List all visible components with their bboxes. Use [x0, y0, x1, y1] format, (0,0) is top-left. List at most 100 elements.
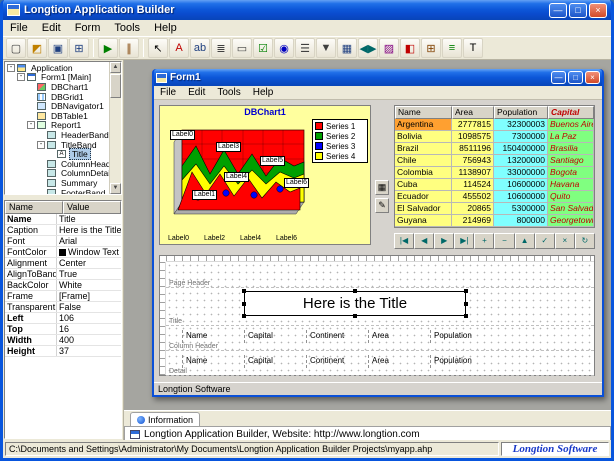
nav-first-button[interactable]: |◀ [394, 233, 414, 249]
nav-insert-button[interactable]: + [474, 233, 494, 249]
grid-cell[interactable]: Santiago [548, 155, 594, 167]
form-menu-edit[interactable]: Edit [182, 87, 211, 98]
toolbar-combobox-button[interactable]: ▼ [316, 38, 336, 58]
grid-cell[interactable]: 10600000 [494, 191, 548, 203]
property-value[interactable]: White [57, 280, 121, 290]
tree-item-headerband[interactable]: HeaderBand [5, 130, 108, 140]
property-value[interactable]: Title [57, 214, 121, 224]
report-band-detail[interactable]: NameCapitalContinentAreaPopulation Detai… [166, 351, 594, 376]
tree-item-columndetail[interactable]: ColumnDetail [5, 169, 108, 179]
report-band-title[interactable]: Here is the Title Title [166, 288, 594, 326]
grid-cell[interactable]: 1138907 [452, 167, 494, 179]
toolbar-pause-button[interactable]: ∥ [119, 38, 139, 58]
grid-cell[interactable]: Colombia [395, 167, 452, 179]
grid-side-picture-button[interactable]: ▦ [375, 180, 389, 195]
maximize-button[interactable]: □ [569, 3, 587, 18]
tree-item-dbtable1[interactable]: DBTable1 [5, 111, 108, 121]
toolbar-chart-button[interactable]: ◧ [400, 38, 420, 58]
nav-delete-button[interactable]: − [494, 233, 514, 249]
toolbar-run-button[interactable]: ▶ [98, 38, 118, 58]
nav-edit-button[interactable]: ▲ [515, 233, 535, 249]
report-band-pageheader[interactable]: Page Header [166, 262, 594, 288]
grid-cell[interactable]: Bolivia [395, 131, 452, 143]
toolbar-memo-button[interactable]: ≣ [211, 38, 231, 58]
grid-cell[interactable]: 20865 [452, 203, 494, 215]
tree-item-dbgrid1[interactable]: DBGrid1 [5, 92, 108, 102]
toolbar-button-button[interactable]: ▭ [232, 38, 252, 58]
property-value[interactable]: Center [57, 258, 121, 268]
grid-cell[interactable]: 8511196 [452, 143, 494, 155]
grid-side-memo-button[interactable]: ✎ [375, 198, 389, 213]
toolbar-save-button[interactable]: ▣ [48, 38, 68, 58]
toolbar-report-button[interactable]: ≡ [442, 38, 462, 58]
grid-cell[interactable]: 32300003 [494, 119, 548, 131]
columnheader-field-name[interactable]: Name [182, 330, 240, 343]
grid-cell[interactable]: Bogota [548, 167, 594, 179]
toolbar-listbox-button[interactable]: ☰ [295, 38, 315, 58]
grid-cell[interactable]: Chile [395, 155, 452, 167]
tree-collapse-icon[interactable]: - [37, 141, 45, 149]
grid-cell[interactable]: 2777815 [452, 119, 494, 131]
minimize-button[interactable]: — [549, 3, 567, 18]
menu-tools[interactable]: Tools [107, 21, 147, 35]
detail-field-area[interactable]: Area [368, 355, 426, 368]
grid-cell[interactable]: 33000000 [494, 167, 548, 179]
tree-item-footerband[interactable]: FooterBand [5, 188, 108, 195]
selection-handle[interactable] [464, 289, 468, 293]
menu-form[interactable]: Form [68, 21, 108, 35]
detail-field-name[interactable]: Name [182, 355, 240, 368]
tree-item-columnheader[interactable]: ColumnHeader [5, 159, 108, 169]
property-value-header[interactable]: Value [63, 201, 121, 214]
grid-cell[interactable]: 13200000 [494, 155, 548, 167]
tree-collapse-icon[interactable]: - [17, 73, 25, 81]
toolbar-image-button[interactable]: ▨ [379, 38, 399, 58]
grid-cell[interactable]: 800000 [494, 215, 548, 227]
form-menu-help[interactable]: Help [247, 87, 280, 98]
selection-handle[interactable] [242, 289, 246, 293]
menu-file[interactable]: File [3, 21, 35, 35]
columnheader-field-area[interactable]: Area [368, 330, 426, 343]
nav-prior-button[interactable]: ◀ [414, 233, 434, 249]
detail-field-capital[interactable]: Capital [244, 355, 302, 368]
toolbar-radio-button[interactable]: ◉ [274, 38, 294, 58]
grid-cell[interactable]: 114524 [452, 179, 494, 191]
property-value[interactable]: [Frame] [57, 291, 121, 301]
close-button[interactable]: × [589, 3, 607, 18]
toolbar-save-all-button[interactable]: ⊞ [69, 38, 89, 58]
property-value[interactable]: 400 [57, 335, 121, 345]
selection-handle[interactable] [464, 302, 468, 306]
grid-cell[interactable]: Brazil [395, 143, 452, 155]
scroll-down-icon[interactable]: ▼ [110, 183, 121, 194]
tree-scrollbar[interactable]: ▲ ▼ [109, 62, 121, 194]
tab-information[interactable]: Information [130, 412, 200, 426]
scroll-up-icon[interactable]: ▲ [110, 62, 121, 73]
selection-handle[interactable] [353, 289, 357, 293]
tree-item-title[interactable]: ATitle [5, 149, 108, 159]
tree-item-dbchart1[interactable]: DBChart1 [5, 82, 108, 92]
toolbar-edit-button[interactable]: ab [190, 38, 210, 58]
grid-cell[interactable]: 7300000 [494, 131, 548, 143]
grid-cell[interactable]: 1098575 [452, 131, 494, 143]
nav-refresh-button[interactable]: ↻ [575, 233, 595, 249]
toolbar-pointer-button[interactable]: ↖ [148, 38, 168, 58]
property-value[interactable]: 16 [57, 324, 121, 334]
grid-cell[interactable]: 10600000 [494, 179, 548, 191]
grid-cell[interactable]: Havana [548, 179, 594, 191]
grid-cell[interactable]: San Salvador [548, 203, 594, 215]
property-value[interactable]: Arial [57, 236, 121, 246]
form-titlebar[interactable]: Form1 — □ × [154, 69, 602, 86]
toolbar-grid-button[interactable]: ▦ [337, 38, 357, 58]
property-name-header[interactable]: Name [5, 201, 63, 214]
columnheader-field-continent[interactable]: Continent [306, 330, 364, 343]
form-maximize-button[interactable]: □ [568, 71, 583, 84]
tree-item-form1-main[interactable]: -Form1 [Main] [5, 73, 108, 83]
toolbar-label-button[interactable]: A [169, 38, 189, 58]
columnheader-field-population[interactable]: Population [430, 330, 488, 343]
grid-cell[interactable]: Georgetown [548, 215, 594, 227]
form-designer-window[interactable]: Form1 — □ × FileEditToolsHelp DBChart1 [152, 69, 604, 397]
detail-field-continent[interactable]: Continent [306, 355, 364, 368]
dbgrid-component[interactable]: NameAreaPopulationCapitalArgentina277781… [394, 105, 595, 228]
grid-cell[interactable]: 455502 [452, 191, 494, 203]
tree-item-report1[interactable]: -Report1 [5, 121, 108, 131]
nav-last-button[interactable]: ▶| [454, 233, 474, 249]
